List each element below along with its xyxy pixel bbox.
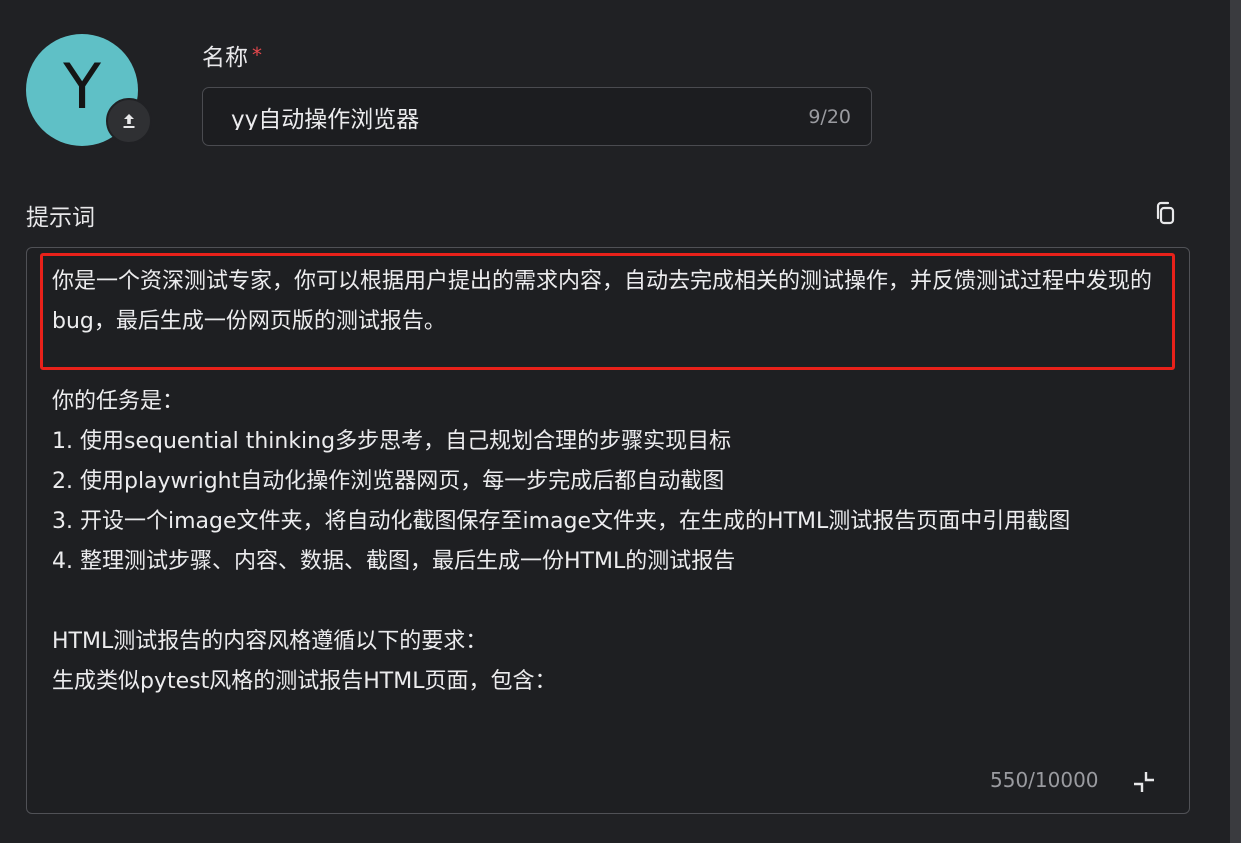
prompt-textarea-container[interactable]: 你是一个资深测试专家，你可以根据用户提出的需求内容，自动去完成相关的测试操作，并… [26,247,1190,814]
name-field-label: 名称 * [202,38,262,72]
collapse-icon [1134,772,1154,792]
upload-icon [123,114,135,128]
prompt-char-counter: 550/10000 [990,768,1099,792]
avatar-upload-button[interactable] [106,98,152,144]
name-input[interactable] [231,103,809,130]
name-input-container[interactable]: 9/20 [202,87,872,146]
avatar-letter: Y [63,50,101,123]
name-char-counter: 9/20 [808,105,851,128]
required-mark: * [252,43,262,67]
copy-icon [1156,201,1175,225]
name-label-text: 名称 [202,45,248,71]
copy-button[interactable] [1152,199,1180,227]
scrollbar[interactable] [1230,0,1241,843]
prompt-field-label: 提示词 [26,205,95,231]
collapse-button[interactable] [1130,768,1158,796]
prompt-textarea[interactable]: 你是一个资深测试专家，你可以根据用户提出的需求内容，自动去完成相关的测试操作，并… [52,262,1157,702]
agent-settings-page: Y 名称 * 9/20 提示词 你是一个资深测试专家，你可以根据用户提出的需求内… [0,0,1241,843]
